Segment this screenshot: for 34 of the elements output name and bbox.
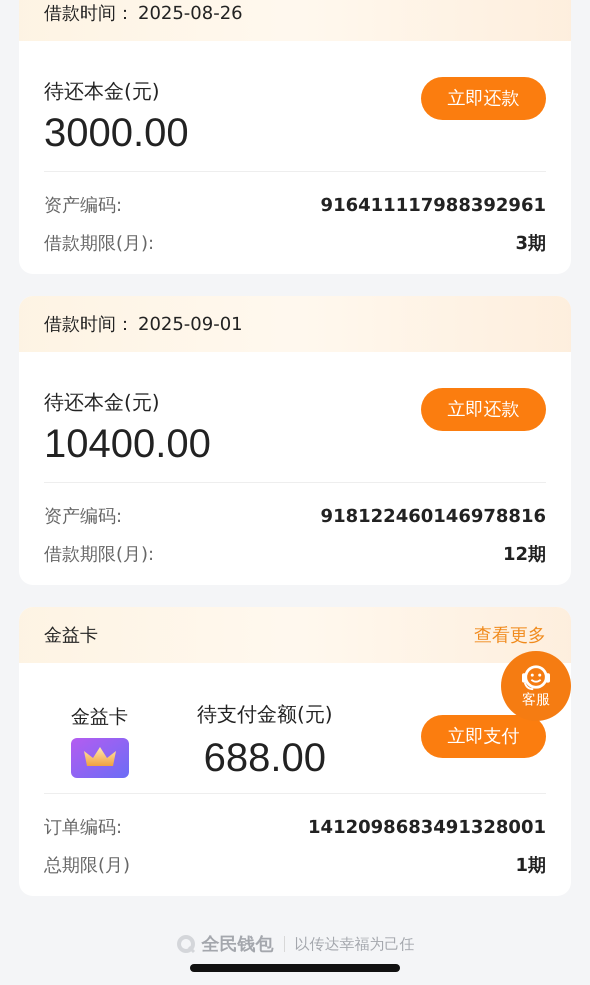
- pay-button[interactable]: 立即支付: [421, 714, 546, 758]
- headset-icon: [519, 663, 553, 691]
- section-title: 金益卡: [44, 624, 98, 647]
- service-label: 客服: [522, 691, 550, 709]
- card-name: 金益卡: [71, 705, 128, 730]
- loan-date: 2025-08-26: [138, 2, 243, 24]
- loan-date: 2025-09-01: [138, 314, 243, 334]
- field-label: 借款期限(月):: [44, 543, 154, 566]
- repay-button[interactable]: 立即还款: [421, 76, 546, 120]
- field-value: 1期: [515, 854, 546, 877]
- field-label: 借款期限(月):: [44, 232, 154, 255]
- amount-value: 688.00: [202, 736, 327, 781]
- amount-value: 10400.00: [44, 422, 211, 467]
- crown-card-icon: [70, 738, 128, 778]
- field-label: 订单编码:: [44, 816, 122, 839]
- field-value: 1412098683491328001: [308, 816, 546, 838]
- amount-label: 待还本金(元): [44, 78, 161, 105]
- field-value: 918122460146978816: [320, 506, 546, 526]
- brand-logo-icon: [176, 934, 196, 954]
- date-label: 借款时间：: [44, 313, 134, 336]
- field-label: 资产编码:: [44, 505, 122, 528]
- repay-button[interactable]: 立即还款: [421, 388, 546, 430]
- field-value: 12期: [502, 543, 546, 566]
- field-value: 916411117988392961: [320, 194, 546, 216]
- amount-label: 待支付金额(元): [197, 701, 333, 728]
- field-label: 总期限(月): [44, 854, 130, 877]
- amount-value: 3000.00: [44, 111, 189, 156]
- date-label: 借款时间：: [44, 2, 134, 25]
- brand-name: 全民钱包: [202, 933, 274, 956]
- field-label: 资产编码:: [44, 194, 122, 217]
- amount-label: 待还本金(元): [44, 389, 161, 416]
- slogan-text: 以传达幸福为己任: [294, 934, 414, 954]
- field-value: 3期: [515, 232, 546, 255]
- view-more-link[interactable]: 查看更多: [474, 623, 546, 647]
